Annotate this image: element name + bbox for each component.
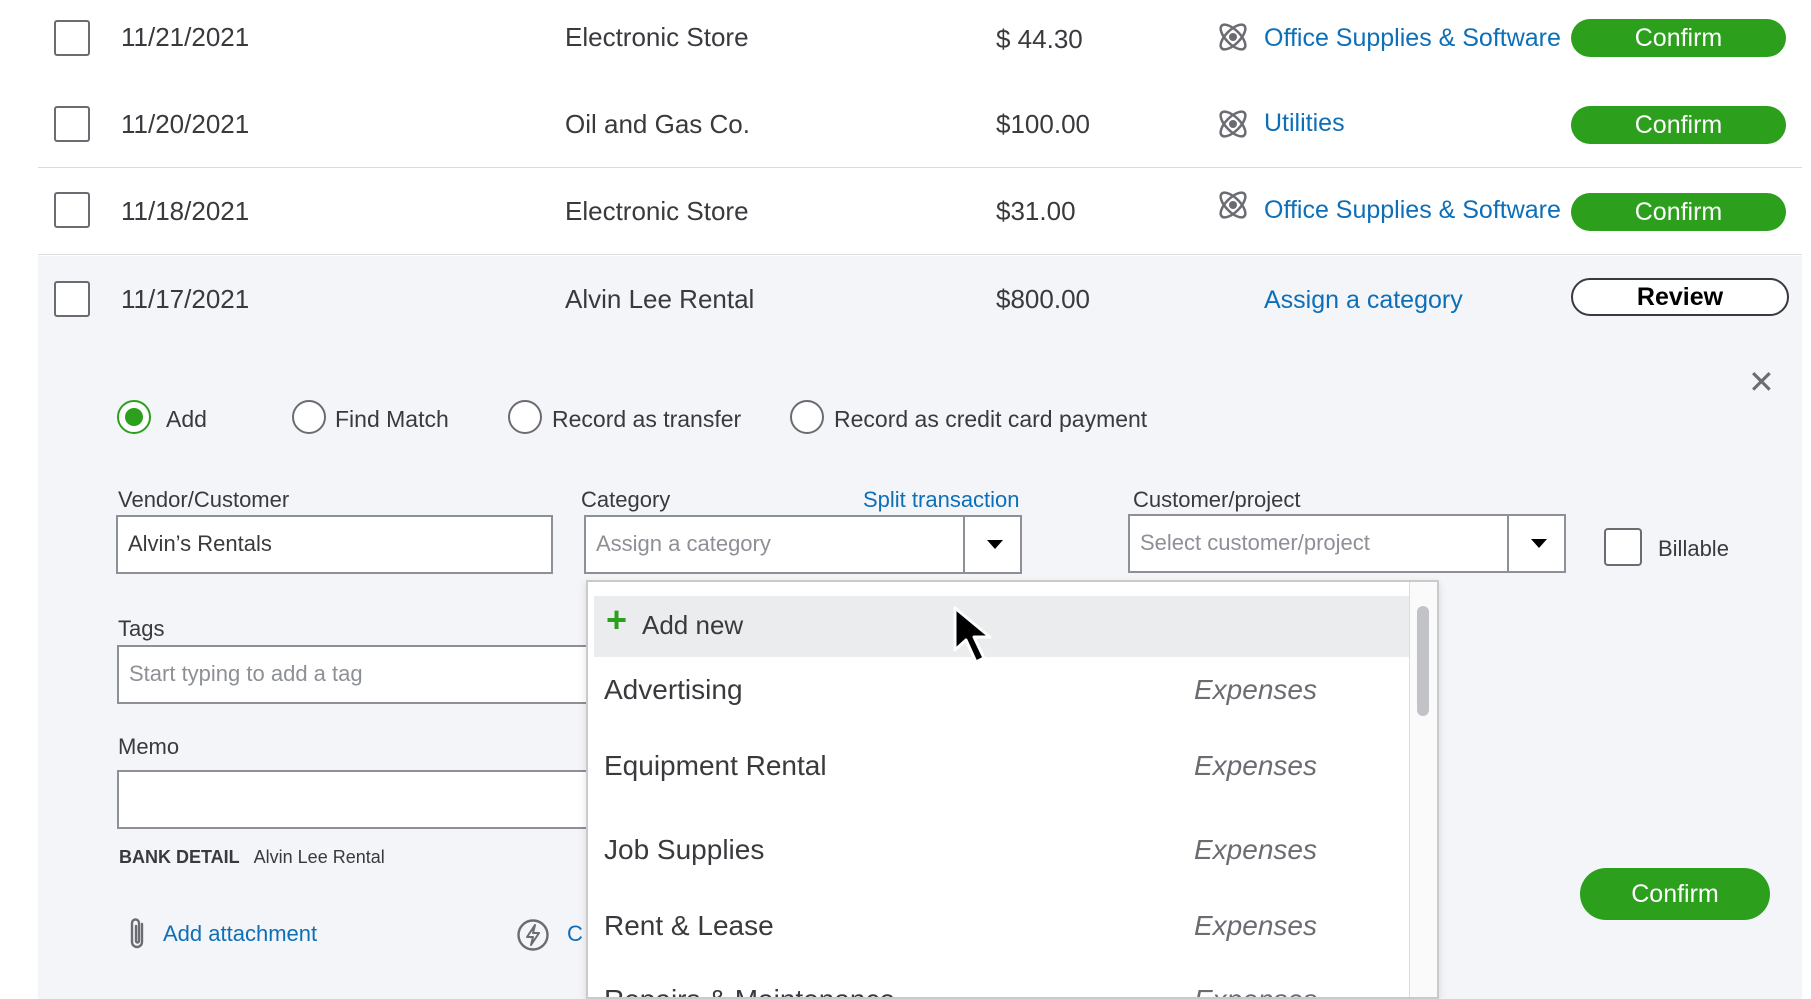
category-option-type: Expenses bbox=[1194, 674, 1317, 705]
category-option-type: Expenses bbox=[1194, 834, 1317, 865]
add-new-label: Add new bbox=[642, 610, 744, 640]
transaction-row[interactable]: 11/18/2021 Electronic Store $31.00 Offic… bbox=[38, 168, 1802, 255]
customer-project-placeholder: Select customer/project bbox=[1140, 530, 1370, 555]
bank-detail: BANK DETAIL Alvin Lee Rental bbox=[119, 847, 385, 868]
transaction-date: 11/18/2021 bbox=[121, 196, 250, 226]
dropdown-scrollbar-thumb[interactable] bbox=[1417, 606, 1429, 716]
row-checkbox[interactable] bbox=[54, 106, 90, 142]
category-placeholder: Assign a category bbox=[596, 531, 771, 556]
bank-detail-label: BANK DETAIL bbox=[119, 847, 240, 867]
memo-input[interactable] bbox=[117, 770, 597, 829]
billable-checkbox[interactable] bbox=[1604, 528, 1642, 566]
mouse-pointer-icon bbox=[953, 606, 992, 664]
radio-credit-card-payment[interactable] bbox=[790, 400, 824, 434]
category-label: Category bbox=[581, 487, 671, 512]
ai-category-icon bbox=[1219, 110, 1247, 138]
transaction-amount: $800.00 bbox=[996, 284, 1090, 314]
radio-add-label: Add bbox=[166, 406, 207, 432]
category-option-name: Repairs & Maintenance bbox=[604, 984, 895, 997]
chevron-down-icon[interactable] bbox=[1507, 516, 1564, 571]
transaction-payee: Electronic Store bbox=[565, 22, 749, 52]
split-transaction-link[interactable]: Split transaction bbox=[863, 487, 1020, 513]
confirm-button[interactable]: Confirm bbox=[1571, 106, 1786, 144]
row-checkbox[interactable] bbox=[54, 20, 90, 56]
transaction-amount: $ 44.30 bbox=[996, 24, 1083, 54]
transaction-date: 11/20/2021 bbox=[121, 109, 250, 139]
memo-label: Memo bbox=[118, 734, 180, 759]
category-option-type: Expenses bbox=[1194, 910, 1317, 941]
category-option-name: Job Supplies bbox=[604, 834, 765, 865]
radio-record-transfer-label: Record as transfer bbox=[552, 406, 742, 432]
assign-category-link[interactable]: Assign a category bbox=[1264, 286, 1463, 315]
transaction-amount: $100.00 bbox=[996, 109, 1090, 139]
category-option-type: Expenses bbox=[1194, 750, 1317, 781]
row-checkbox[interactable] bbox=[54, 192, 90, 228]
close-icon[interactable]: ✕ bbox=[1748, 366, 1775, 398]
chevron-down-icon[interactable] bbox=[963, 517, 1020, 572]
transaction-row[interactable]: 11/20/2021 Oil and Gas Co. $100.00 Utili… bbox=[38, 81, 1802, 168]
confirm-button[interactable]: Confirm bbox=[1571, 19, 1786, 57]
category-option-name: Equipment Rental bbox=[604, 750, 827, 781]
category-option-name: Rent & Lease bbox=[604, 910, 774, 941]
category-option-type: Expenses bbox=[1194, 984, 1317, 997]
category-link[interactable]: Office Supplies & Software bbox=[1264, 196, 1561, 225]
review-button[interactable]: Review bbox=[1571, 278, 1789, 316]
radio-credit-card-payment-label: Record as credit card payment bbox=[834, 406, 1148, 432]
category-option[interactable]: Job Supplies Expenses bbox=[604, 834, 1409, 884]
transaction-payee: Electronic Store bbox=[565, 196, 749, 226]
customer-project-label: Customer/project bbox=[1133, 487, 1301, 512]
tags-label: Tags bbox=[118, 616, 165, 641]
ai-category-icon bbox=[1219, 23, 1247, 51]
radio-find-match-label: Find Match bbox=[335, 406, 449, 432]
tags-input[interactable]: Start typing to add a tag bbox=[117, 645, 597, 704]
row-checkbox[interactable] bbox=[54, 281, 90, 317]
paperclip-icon[interactable] bbox=[127, 916, 149, 952]
category-option[interactable]: Advertising Expenses bbox=[604, 674, 1409, 724]
ai-category-icon bbox=[1219, 191, 1247, 219]
dropdown-scrollbar[interactable] bbox=[1409, 582, 1437, 997]
radio-add[interactable] bbox=[117, 400, 151, 434]
transaction-date: 11/17/2021 bbox=[121, 284, 250, 314]
category-option[interactable]: Equipment Rental Expenses bbox=[604, 750, 1409, 800]
radio-record-transfer[interactable] bbox=[508, 400, 542, 434]
customer-project-select[interactable]: Select customer/project bbox=[1128, 514, 1566, 573]
confirm-button[interactable]: Confirm bbox=[1571, 193, 1786, 231]
transaction-row-expanded[interactable]: 11/17/2021 Alvin Lee Rental $800.00 Assi… bbox=[38, 256, 1802, 343]
category-link[interactable]: Utilities bbox=[1264, 109, 1345, 138]
transaction-amount: $31.00 bbox=[996, 196, 1076, 226]
lightning-icon[interactable] bbox=[516, 918, 550, 952]
transaction-payee: Oil and Gas Co. bbox=[565, 109, 750, 139]
billable-label: Billable bbox=[1658, 536, 1729, 561]
category-option[interactable]: Rent & Lease Expenses bbox=[604, 910, 1409, 960]
vendor-label: Vendor/Customer bbox=[118, 487, 290, 512]
category-select[interactable]: Assign a category bbox=[584, 515, 1022, 574]
bank-detail-value: Alvin Lee Rental bbox=[253, 847, 385, 867]
category-dropdown-menu[interactable]: + Add new Advertising Expenses Equipment… bbox=[586, 580, 1439, 999]
category-option-name: Advertising bbox=[604, 674, 743, 705]
vendor-input[interactable]: Alvin’s Rentals bbox=[116, 515, 553, 574]
category-option[interactable]: Repairs & Maintenance Expenses bbox=[604, 984, 1409, 997]
create-rule-link[interactable]: C bbox=[567, 921, 583, 947]
transaction-date: 11/21/2021 bbox=[121, 22, 250, 52]
transaction-payee: Alvin Lee Rental bbox=[565, 284, 755, 314]
confirm-button[interactable]: Confirm bbox=[1580, 868, 1770, 920]
add-attachment-link[interactable]: Add attachment bbox=[163, 921, 317, 947]
radio-find-match[interactable] bbox=[292, 400, 326, 434]
category-link[interactable]: Office Supplies & Software bbox=[1264, 24, 1561, 53]
plus-icon: + bbox=[606, 599, 628, 640]
transaction-row[interactable]: 11/21/2021 Electronic Store $ 44.30 Offi… bbox=[38, 0, 1802, 87]
